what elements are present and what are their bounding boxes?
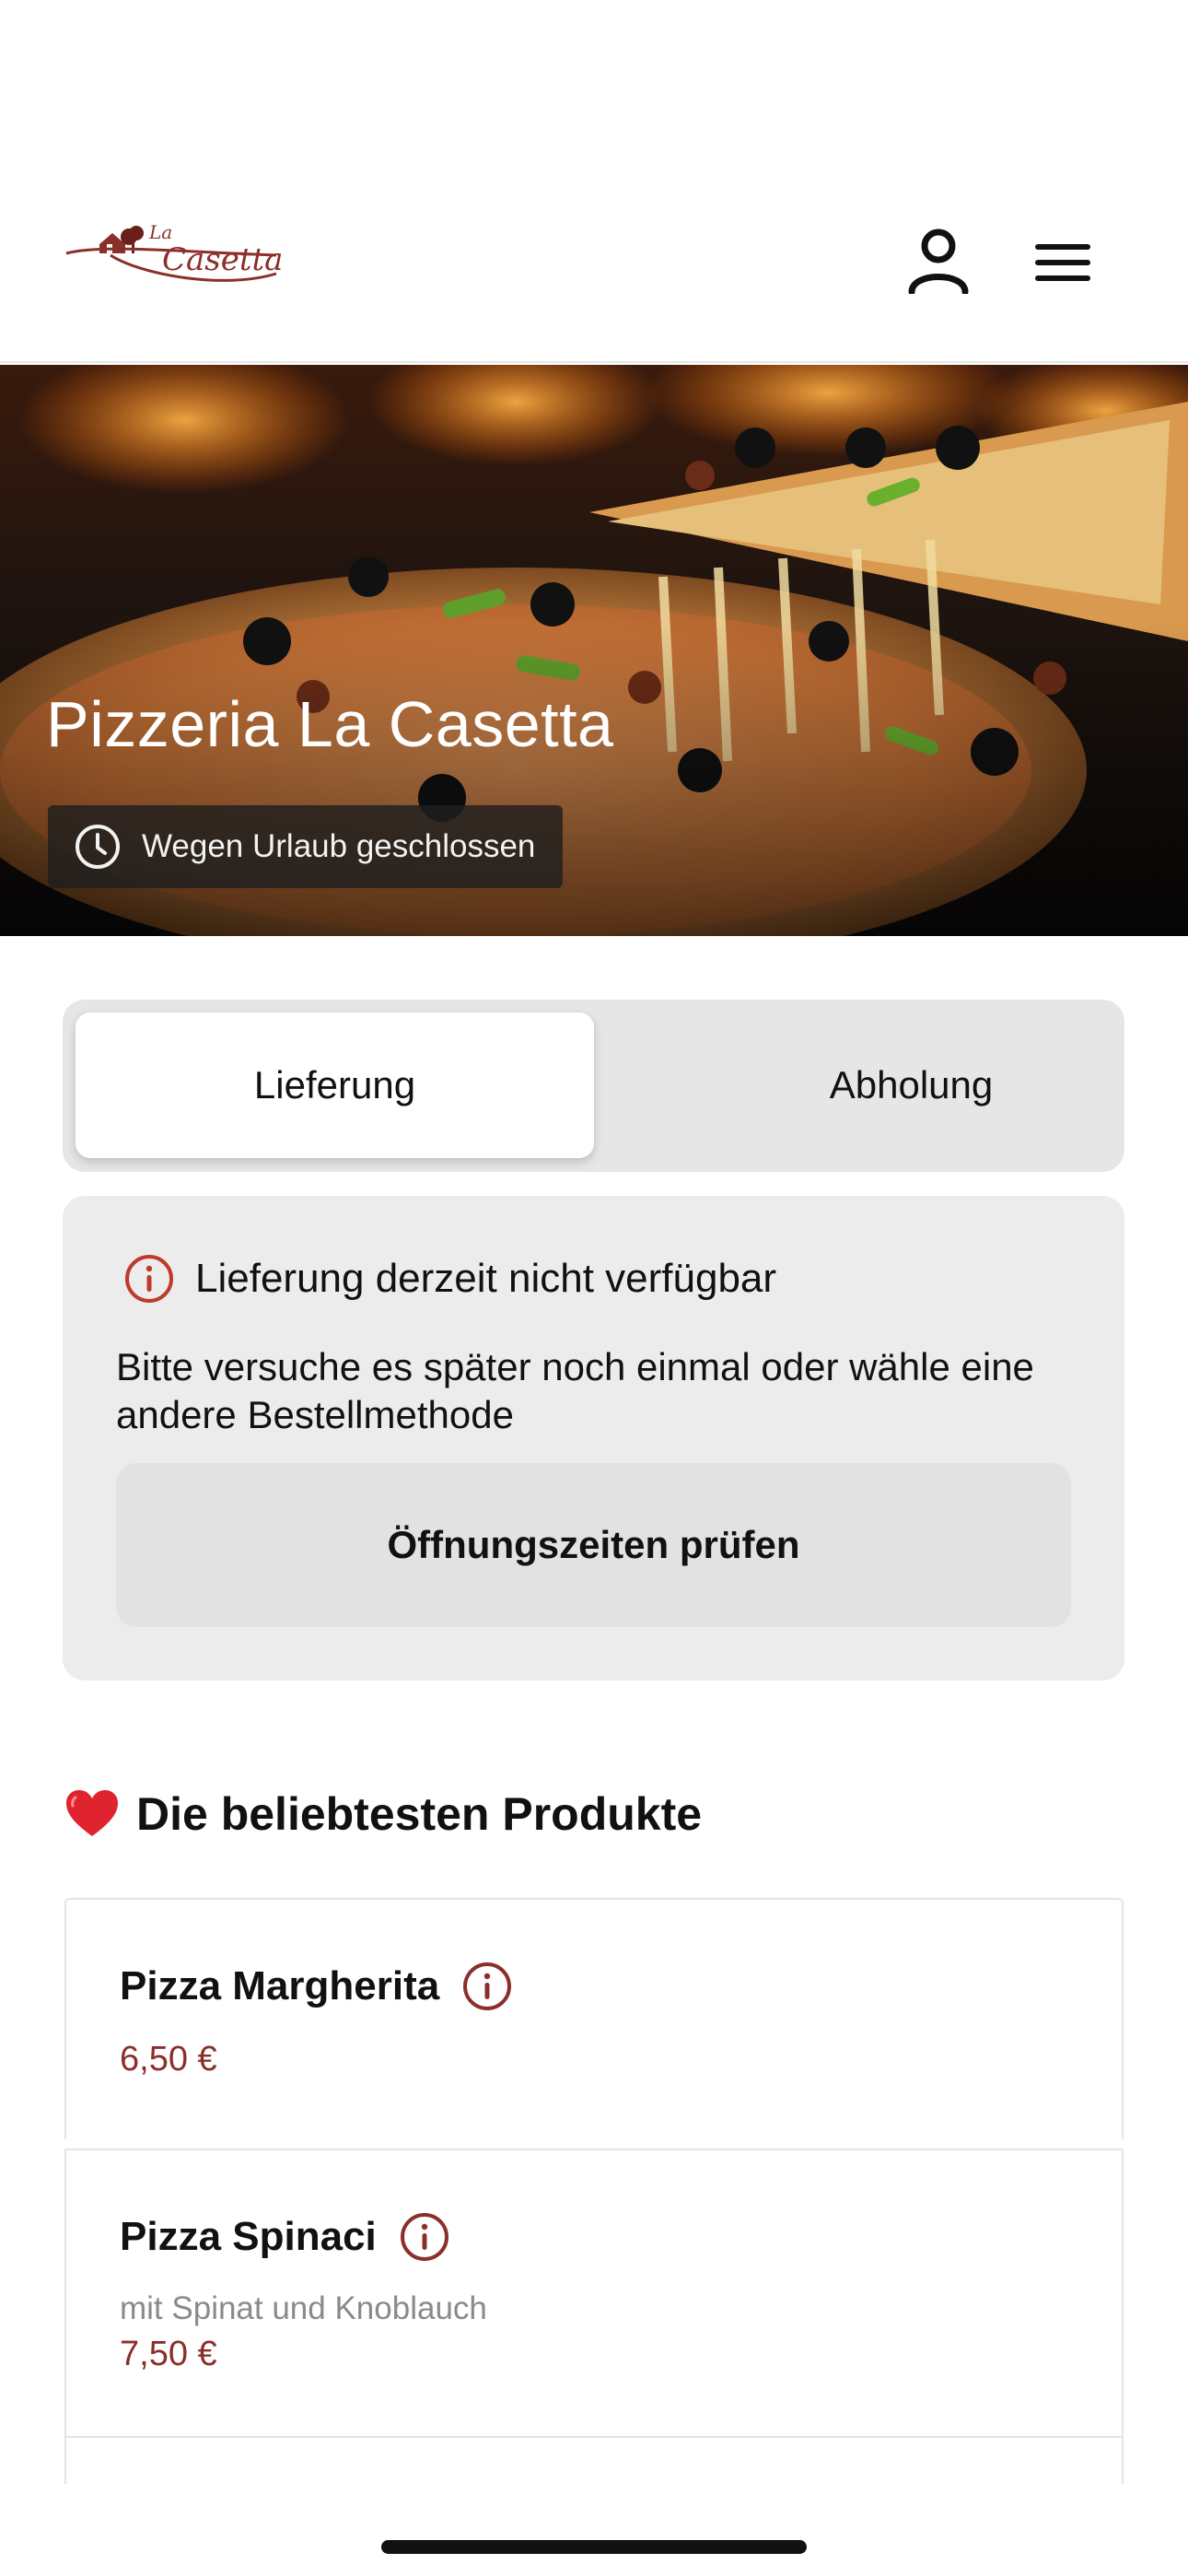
notice-text: Bitte versuche es später noch einmal ode…: [116, 1345, 1034, 1436]
status-label: Wegen Urlaub geschlossen: [142, 828, 536, 864]
user-icon: [908, 228, 969, 294]
notice-title: Lieferung derzeit nicht verfügbar: [195, 1256, 777, 1301]
product-price: 7,50 €: [120, 2335, 217, 2373]
popular-products-header: Die beliebtesten Produkte: [64, 1787, 702, 1841]
logo-graphic: La Casetta: [65, 221, 283, 282]
hamburger-icon: [1035, 244, 1090, 281]
order-method-toggle: Lieferung Abholung: [63, 1000, 1124, 1172]
delivery-unavailable-notice: Lieferung derzeit nicht verfügbar Bitte …: [63, 1196, 1124, 1680]
heart-icon: [66, 1790, 118, 1836]
product-price: 6,50 €: [120, 2040, 217, 2078]
product-name: Pizza Spinaci: [120, 2214, 377, 2259]
product-info-icon[interactable]: [399, 2211, 450, 2263]
product-info-icon[interactable]: [461, 1961, 513, 2012]
status-badge: Wegen Urlaub geschlossen: [48, 805, 564, 888]
hero-banner: Pizzeria La Casetta Wegen Urlaub geschlo…: [0, 365, 1188, 936]
popular-products-title: Die beliebtesten Produkte: [136, 1788, 703, 1840]
home-indicator[interactable]: [381, 2540, 807, 2554]
clock-icon: [76, 825, 120, 869]
tab-pickup[interactable]: Abholung: [652, 1013, 1171, 1158]
product-name-row: Pizza Spinaci: [120, 2211, 450, 2263]
info-icon: [125, 1255, 173, 1303]
menu-button[interactable]: [1027, 232, 1099, 293]
product-description: mit Spinat und Knoblauch: [120, 2290, 487, 2326]
product-name-row: Pizza Margherita: [120, 1961, 513, 2012]
restaurant-name: Pizzeria La Casetta: [46, 688, 614, 760]
product-card-partial[interactable]: [64, 2438, 1124, 2484]
check-opening-hours-button[interactable]: Öffnungszeiten prüfen: [116, 1463, 1071, 1627]
app-screen: La Casetta Pizzeria La Casetta Wegen Url…: [0, 0, 1188, 2576]
product-name: Pizza Margherita: [120, 1963, 440, 2008]
top-header: La Casetta: [0, 0, 1188, 363]
notice-header: Lieferung derzeit nicht verfügbar: [123, 1253, 776, 1305]
brand-logo[interactable]: La Casetta: [64, 217, 285, 305]
product-card[interactable]: Pizza Spinaci mit Spinat und Knoblauch 7…: [64, 2149, 1124, 2438]
svg-text:Casetta: Casetta: [162, 241, 283, 278]
tab-delivery[interactable]: Lieferung: [76, 1013, 594, 1158]
svg-text:La: La: [148, 221, 172, 243]
product-card[interactable]: Pizza Margherita 6,50 €: [64, 1898, 1124, 2139]
account-button[interactable]: [903, 225, 974, 297]
